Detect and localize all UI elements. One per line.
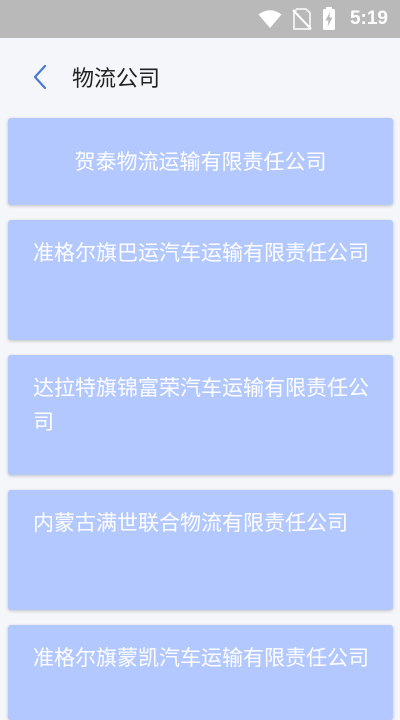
company-name: 达拉特旗锦富荣汽车运输有限责任公司 [33,376,369,434]
status-time: 5:19 [349,8,388,29]
company-item[interactable]: 内蒙古满世联合物流有限责任公司 [8,490,393,610]
page-title: 物流公司 [72,67,161,92]
company-name: 准格尔旗蒙凯汽车运输有限责任公司 [33,646,369,670]
status-icons: 5:19 [258,7,388,31]
company-item[interactable]: 准格尔旗巴运汽车运输有限责任公司 [8,220,393,340]
company-item[interactable]: 准格尔旗蒙凯汽车运输有限责任公司 [8,625,393,720]
back-button[interactable] [20,57,60,97]
status-bar: 5:19 [0,0,400,38]
no-sim-icon [292,8,312,30]
company-name: 贺泰物流运输有限责任公司 [74,149,327,174]
company-item[interactable]: 贺泰物流运输有限责任公司 [8,118,393,205]
battery-charging-icon [322,7,335,30]
company-name: 内蒙古满世联合物流有限责任公司 [33,511,348,535]
app-header: 物流公司 [0,38,400,116]
chevron-left-icon [33,64,47,90]
wifi-icon [258,10,282,28]
company-item[interactable]: 达拉特旗锦富荣汽车运输有限责任公司 [8,355,393,475]
company-name: 准格尔旗巴运汽车运输有限责任公司 [33,241,369,265]
